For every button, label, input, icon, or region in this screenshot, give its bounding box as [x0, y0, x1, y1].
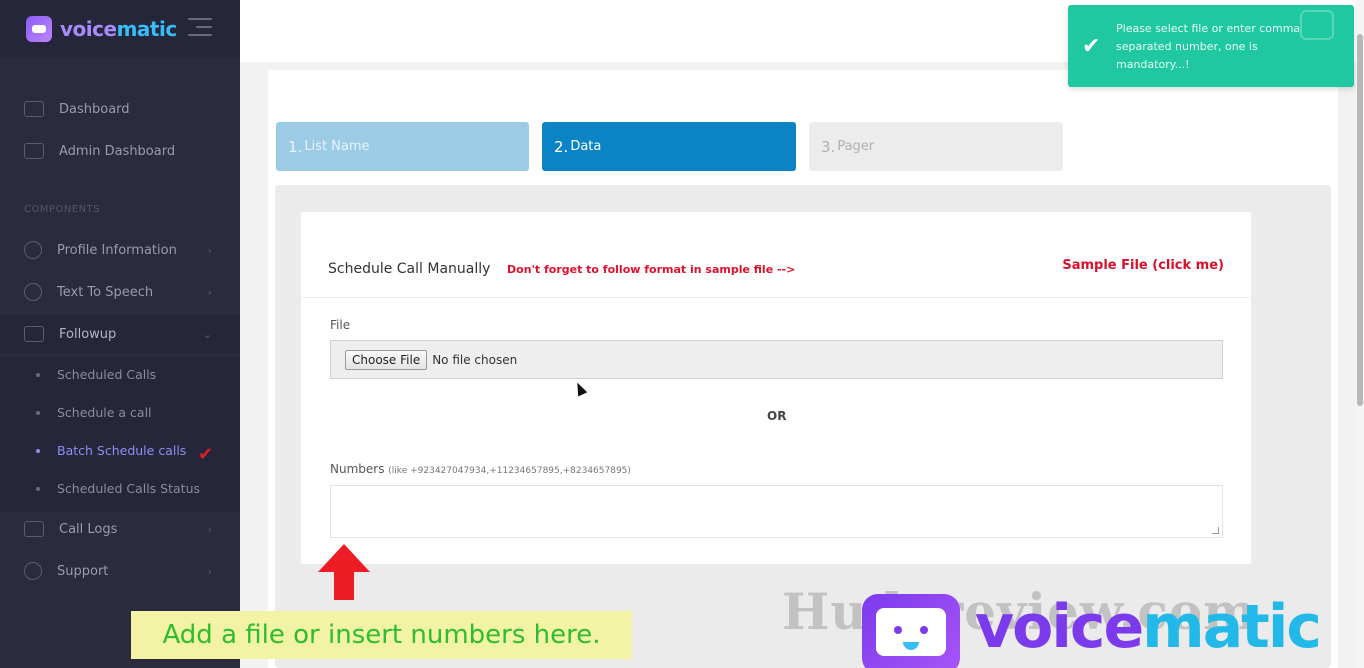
- scrollbar-thumb[interactable]: [1357, 34, 1363, 406]
- schedule-call-card: Schedule Call Manually Don't forget to f…: [301, 212, 1251, 564]
- numbers-hint: (like +923427047934,+11234657895,+823465…: [388, 466, 631, 476]
- format-note: Don't forget to follow format in sample …: [507, 263, 796, 276]
- sidebar-item-admin-dashboard[interactable]: Admin Dashboard: [0, 132, 240, 170]
- bullet-icon: [36, 410, 40, 415]
- step-label: List Name: [304, 139, 370, 154]
- file-input[interactable]: Choose File No file chosen: [330, 340, 1223, 379]
- step-number: 3.: [821, 137, 836, 156]
- sidebar-item-label: Dashboard: [59, 101, 130, 117]
- sidebar-subitem-label: Schedule a call: [57, 405, 152, 420]
- sidebar-item-profile-information[interactable]: Profile Information ›: [0, 231, 240, 269]
- bell-icon: [24, 326, 44, 342]
- sidebar-subitem-label: Batch Schedule calls: [57, 443, 187, 458]
- red-up-arrow-icon: [318, 544, 370, 600]
- voicematic-logo-icon: [26, 16, 52, 42]
- step-number: 2.: [554, 137, 569, 156]
- validation-toast[interactable]: ✔ Please select file or enter comma sepa…: [1068, 5, 1354, 87]
- tutorial-caption: Add a file or insert numbers here.: [131, 611, 632, 659]
- step-label: Pager: [837, 139, 875, 154]
- wizard-step-list-name[interactable]: 1. List Name: [276, 122, 529, 171]
- support-icon: [24, 562, 42, 580]
- database-icon: [24, 283, 42, 301]
- chevron-right-icon: ›: [207, 522, 212, 536]
- sidebar-subitem-label: Scheduled Calls: [57, 367, 157, 382]
- red-checkmark-icon: ✔: [198, 444, 214, 465]
- sidebar-item-label: Support: [57, 563, 109, 579]
- choose-file-button[interactable]: Choose File: [345, 349, 428, 370]
- step-label: Data: [570, 139, 602, 154]
- sidebar-item-support[interactable]: Support ›: [0, 552, 240, 590]
- step-number: 1.: [288, 137, 303, 156]
- voicematic-watermark-logo-icon: [862, 594, 960, 668]
- chevron-right-icon: ›: [207, 243, 212, 257]
- sidebar-subitem-scheduled-calls[interactable]: Scheduled Calls: [36, 367, 156, 382]
- sidebar-subitem-batch-schedule-calls[interactable]: Batch Schedule calls: [36, 443, 186, 458]
- sidebar-item-label: Admin Dashboard: [59, 143, 176, 159]
- sidebar-item-label: Profile Information: [57, 242, 177, 258]
- calendar-icon: [24, 521, 44, 537]
- monitor-icon: [24, 101, 44, 117]
- wizard-step-data[interactable]: 2. Data: [542, 122, 796, 171]
- file-status: No file chosen: [432, 352, 518, 367]
- resize-handle-icon[interactable]: [1212, 527, 1219, 534]
- chevron-right-icon: ›: [207, 564, 212, 578]
- chevron-right-icon: ›: [207, 285, 212, 299]
- sidebar-header: voicematic: [0, 0, 240, 58]
- sidebar-item-call-logs[interactable]: Call Logs ›: [0, 510, 240, 548]
- file-label: File: [330, 318, 351, 332]
- wizard-step-pager[interactable]: 3. Pager: [809, 122, 1063, 171]
- voicematic-watermark-text: voicematic: [975, 592, 1322, 662]
- sidebar-subitem-schedule-a-call[interactable]: Schedule a call: [36, 405, 152, 420]
- sidebar-item-dashboard[interactable]: Dashboard: [0, 90, 240, 128]
- card-header: Schedule Call Manually Don't forget to f…: [301, 212, 1251, 298]
- chat-icon: [1300, 10, 1334, 40]
- hamburger-menu-icon[interactable]: [188, 18, 212, 42]
- sidebar-item-label: Text To Speech: [57, 284, 154, 300]
- numbers-textarea[interactable]: [330, 485, 1223, 538]
- sidebar-item-label: Call Logs: [59, 521, 118, 537]
- bullet-icon: [36, 486, 40, 491]
- user-icon: [24, 241, 42, 259]
- bullet-icon: [36, 448, 40, 453]
- sliders-icon: [24, 143, 44, 159]
- bullet-icon: [36, 372, 40, 377]
- numbers-label: Numbers (like +923427047934,+11234657895…: [330, 462, 631, 476]
- sidebar-item-followup[interactable]: Followup ⌄: [0, 315, 240, 353]
- sidebar-item-label: Followup: [59, 326, 117, 342]
- or-divider: OR: [767, 409, 787, 423]
- brand-logo[interactable]: voicematic: [60, 17, 177, 41]
- chevron-down-icon: ⌄: [202, 327, 212, 341]
- sidebar-subitem-scheduled-calls-status[interactable]: Scheduled Calls Status: [36, 481, 200, 496]
- sample-file-link[interactable]: Sample File (click me): [1062, 258, 1224, 273]
- sidebar-item-text-to-speech[interactable]: Text To Speech ›: [0, 273, 240, 311]
- sidebar: voicematic Dashboard Admin Dashboard COM…: [0, 0, 240, 668]
- card-title: Schedule Call Manually: [328, 261, 491, 277]
- numbers-label-text: Numbers: [330, 462, 385, 476]
- section-label-components: COMPONENTS: [24, 204, 101, 215]
- sidebar-subitem-label: Scheduled Calls Status: [57, 481, 200, 496]
- checkmark-icon: ✔: [1082, 34, 1101, 59]
